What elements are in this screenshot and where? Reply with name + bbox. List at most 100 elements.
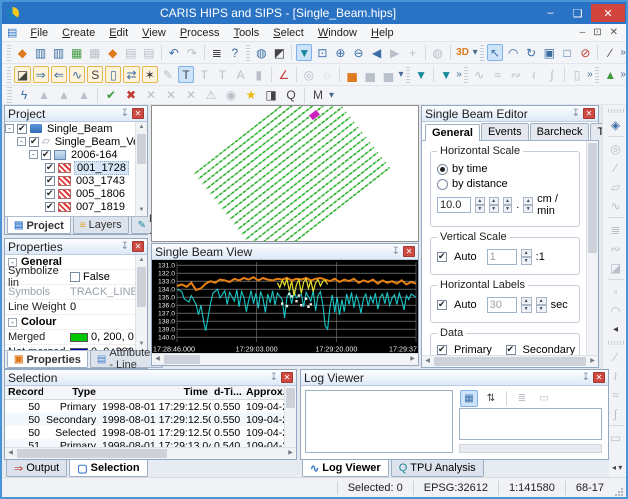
menu-window[interactable]: Window bbox=[311, 26, 364, 40]
tree-checkbox[interactable] bbox=[45, 175, 55, 186]
pin-icon[interactable]: ↧ bbox=[270, 372, 278, 383]
scroll-thumb[interactable] bbox=[137, 134, 146, 164]
log-list-box[interactable] bbox=[305, 390, 453, 453]
mdi-close-button[interactable]: ✕ bbox=[610, 27, 618, 38]
rect-select-icon[interactable]: □ bbox=[559, 44, 575, 61]
vscale-value-input[interactable] bbox=[486, 249, 517, 265]
property-symbolize[interactable]: Symbolize lin False bbox=[5, 265, 135, 289]
tree-checkbox[interactable] bbox=[45, 162, 55, 173]
tree-checkbox[interactable] bbox=[45, 188, 55, 199]
tool-r13-icon[interactable]: ∫ bbox=[607, 405, 625, 422]
scroll-left-icon[interactable]: ◀ bbox=[422, 356, 433, 367]
import-tide-icon[interactable]: ⇐ bbox=[50, 66, 67, 83]
tab-log-viewer[interactable]: ∿ Log Viewer bbox=[302, 460, 389, 477]
table-row[interactable]: 50 Secondary 1998-08-01 17:29:12.500 0.5… bbox=[5, 413, 284, 426]
by-time-radio[interactable] bbox=[437, 163, 448, 175]
table-row[interactable]: 50 Selected 1998-08-01 17:29:12.500 0.55… bbox=[5, 426, 284, 439]
primary-option[interactable]: Primary bbox=[437, 344, 506, 355]
image-disabled-icon[interactable]: ▦ bbox=[87, 44, 103, 61]
tool-r12-icon[interactable]: ≈ bbox=[607, 386, 625, 403]
select-tool-icon[interactable]: ↖ bbox=[487, 44, 504, 61]
scroll-right-icon[interactable]: ▶ bbox=[285, 448, 296, 459]
eraser-tool-icon[interactable]: ◪ bbox=[14, 66, 31, 83]
compute-tool-icon[interactable]: ✶ bbox=[141, 66, 158, 83]
spline3-icon[interactable]: ∾ bbox=[508, 66, 524, 83]
sbv-close-icon[interactable]: ✕ bbox=[403, 246, 415, 257]
export-icon[interactable]: ◆ bbox=[105, 44, 121, 61]
tool-r2-icon[interactable]: ∕ bbox=[607, 159, 625, 176]
toolbar-handle[interactable] bbox=[245, 44, 251, 61]
spinner[interactable] bbox=[520, 249, 532, 265]
tool-r4-icon[interactable]: ∿ bbox=[607, 197, 625, 214]
document-tool-icon[interactable]: ▯ bbox=[105, 66, 122, 83]
spinner[interactable] bbox=[488, 197, 499, 213]
reject-sub3-icon[interactable]: ✕ bbox=[182, 87, 200, 104]
print-icon[interactable]: ≣ bbox=[209, 44, 225, 61]
reject-sub2-icon[interactable]: ✕ bbox=[162, 87, 180, 104]
minimize-button[interactable]: – bbox=[537, 4, 564, 22]
spinner[interactable] bbox=[502, 197, 513, 213]
col-record[interactable]: Record bbox=[5, 386, 43, 399]
project-close-icon[interactable]: ✕ bbox=[132, 108, 144, 119]
pin-icon[interactable]: ↧ bbox=[121, 108, 129, 119]
selection-hscrollbar[interactable]: ◀ ▶ bbox=[5, 447, 296, 459]
properties-close-icon[interactable]: ✕ bbox=[132, 241, 144, 252]
find-replace-icon[interactable]: ◨ bbox=[262, 87, 280, 104]
lasso-select-icon[interactable]: ◠ bbox=[505, 44, 521, 61]
zoom-out-icon[interactable]: ⊖ bbox=[350, 44, 366, 61]
zoom-in-icon[interactable]: ⊕ bbox=[332, 44, 348, 61]
swath-editor-icon[interactable]: ◈ bbox=[607, 116, 625, 133]
menu-select[interactable]: Select bbox=[266, 26, 311, 40]
toolbar-collapse-chevrons[interactable]: ◂ ▾ bbox=[612, 463, 622, 472]
tab-properties[interactable]: ▣ Properties bbox=[7, 351, 88, 368]
text-tool-icon[interactable]: T bbox=[196, 66, 212, 83]
log-preview-icon[interactable]: ▭ bbox=[535, 390, 553, 407]
tool-r1-icon[interactable]: ◎ bbox=[607, 140, 625, 157]
tab-output[interactable]: ⇒ Output bbox=[6, 460, 68, 477]
menu-view[interactable]: View bbox=[135, 26, 173, 40]
reject-sub1-icon[interactable]: ✕ bbox=[142, 87, 160, 104]
gauge-icon[interactable]: ▮ bbox=[251, 66, 267, 83]
collapse-icon[interactable] bbox=[8, 317, 17, 327]
triangle3-icon[interactable]: ▲ bbox=[75, 87, 93, 104]
world-view-icon[interactable]: ◍ bbox=[253, 44, 269, 61]
property-symbols[interactable]: Symbols TRACK_LINE bbox=[5, 285, 135, 300]
tool-r6-icon[interactable]: ∾ bbox=[607, 240, 625, 257]
text-tool-active-icon[interactable]: T bbox=[177, 66, 195, 83]
symbolize-checkbox[interactable] bbox=[70, 272, 80, 282]
menu-process[interactable]: Process bbox=[173, 26, 227, 40]
tab-tpu-analysis[interactable]: Q TPU Analysis bbox=[390, 460, 484, 477]
text-box-icon[interactable]: T bbox=[214, 66, 230, 83]
toolbar-overflow[interactable]: ▾ bbox=[473, 47, 478, 58]
pin-icon[interactable]: ↧ bbox=[582, 372, 590, 383]
secondary-option[interactable]: Secondary bbox=[505, 344, 575, 355]
selection-close-icon[interactable]: ✕ bbox=[281, 372, 293, 383]
tool-r3-icon[interactable]: ▱ bbox=[607, 178, 625, 195]
query-flash-icon[interactable]: ϟ bbox=[15, 87, 33, 104]
new-project-icon[interactable]: ◆ bbox=[14, 44, 30, 61]
tab-project[interactable]: ▤ Project bbox=[7, 217, 71, 234]
single-beam-chart[interactable]: 131.0132.0133.0134.0135.0136.0137.0138.0… bbox=[152, 260, 418, 354]
tool-r14-icon[interactable]: ▭ bbox=[607, 429, 625, 446]
workspace-icon[interactable]: ◩ bbox=[271, 44, 287, 61]
scroll-thumb[interactable] bbox=[137, 267, 146, 307]
tool-r8-icon[interactable]: ▫ bbox=[607, 283, 625, 300]
title-bar[interactable]: CARIS HIPS and SIPS - [Single_Beam.hips]… bbox=[2, 2, 626, 24]
tab-events[interactable]: Events bbox=[480, 123, 529, 140]
selection-vscrollbar[interactable] bbox=[284, 386, 296, 447]
mdi-restore-button[interactable]: ⊡ bbox=[593, 27, 601, 38]
accept-icon[interactable]: ✔ bbox=[102, 87, 120, 104]
globe-icon[interactable]: ◍ bbox=[430, 44, 446, 61]
tab-layers[interactable]: ≡ Layers bbox=[72, 217, 129, 234]
expander-icon[interactable] bbox=[5, 124, 14, 133]
toolbar-handle[interactable] bbox=[7, 66, 12, 83]
toolbar-handle[interactable] bbox=[594, 66, 600, 83]
triangle1-icon[interactable]: ▲ bbox=[35, 87, 53, 104]
scroll-up-icon[interactable]: ▲ bbox=[136, 255, 147, 266]
pencil-tool-icon[interactable]: ✎ bbox=[160, 66, 176, 83]
scroll-thumb[interactable] bbox=[588, 143, 597, 253]
by-time-option[interactable]: by time bbox=[437, 163, 574, 175]
properties-panel-titlebar[interactable]: Properties ↧ ✕ bbox=[5, 239, 147, 255]
tree-item-line[interactable]: 005_1806 bbox=[5, 187, 147, 200]
scroll-left-icon[interactable]: ◀ bbox=[5, 448, 16, 459]
